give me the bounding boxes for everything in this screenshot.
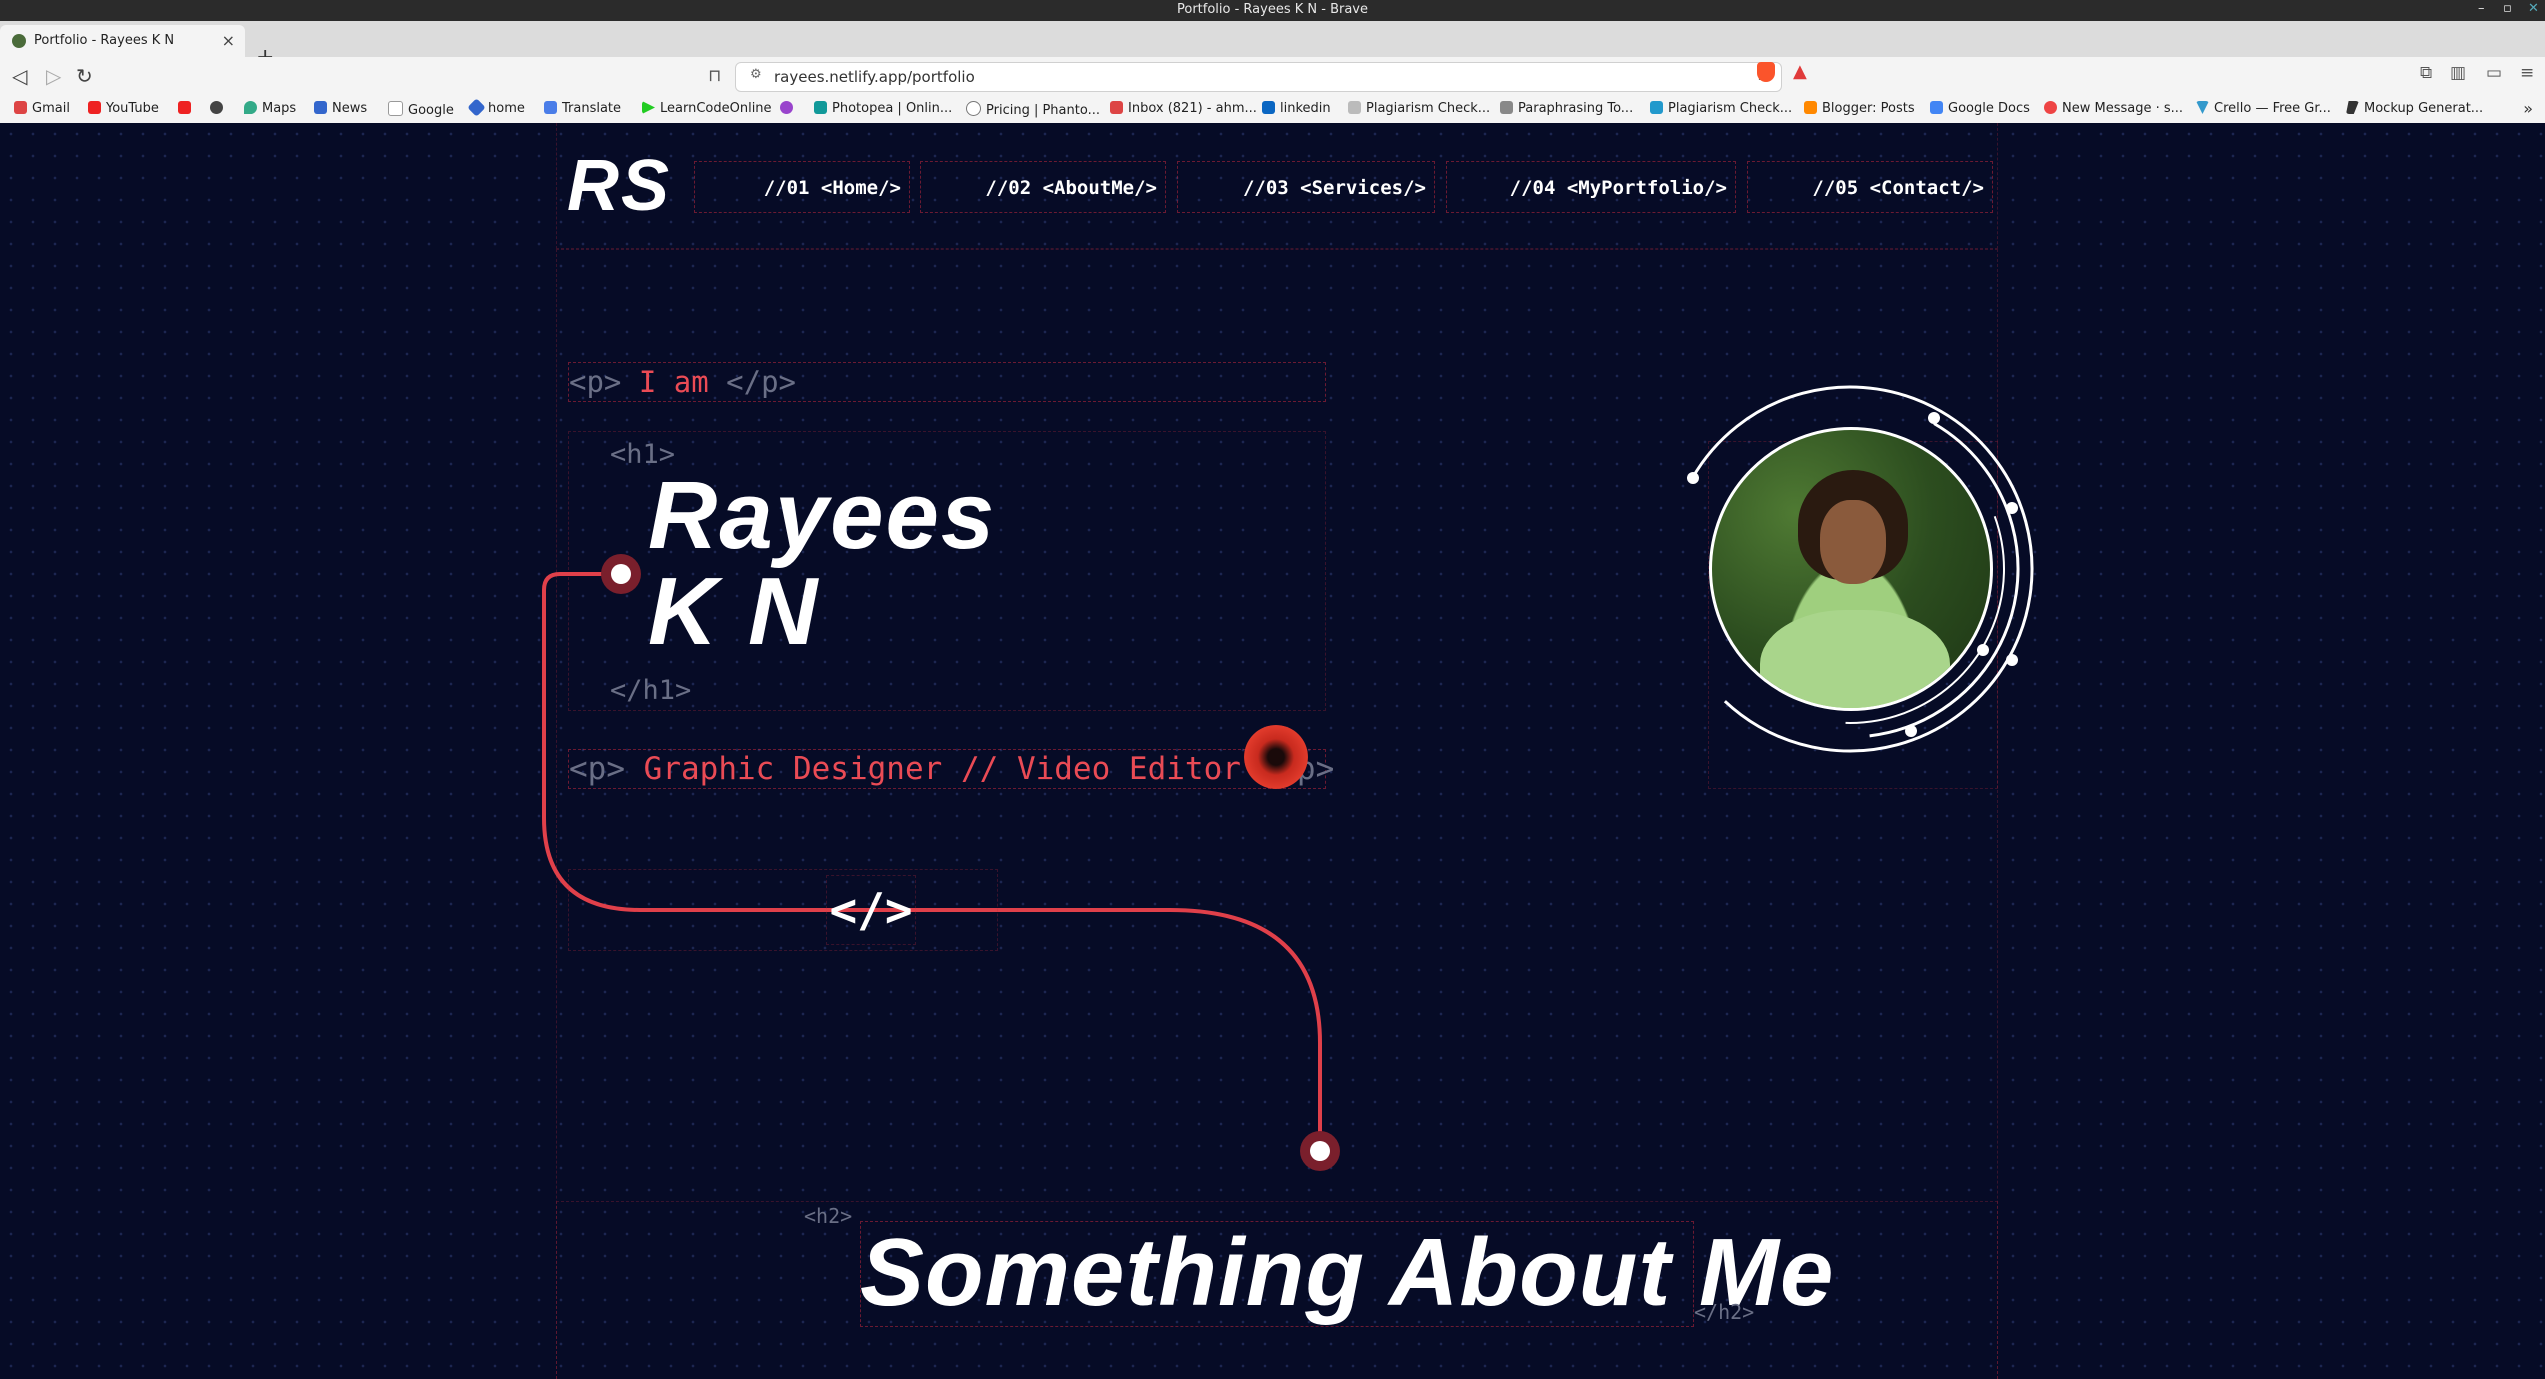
bookmark-icon[interactable]: ⊓	[708, 66, 721, 86]
bookmark-news[interactable]: News	[314, 101, 367, 116]
bookmark-blogger[interactable]: Blogger: Posts	[1804, 101, 1915, 116]
address-bar[interactable]: ⚙ rayees.netlify.app/portfolio ⇪	[735, 62, 1782, 92]
photo-face	[1820, 500, 1886, 584]
profile-photo	[1709, 427, 1993, 711]
minimize-icon[interactable]: –	[2478, 1, 2485, 16]
end-node-inner	[1310, 1141, 1330, 1161]
tab-portfolio[interactable]: Portfolio - Rayees K N ×	[0, 25, 245, 57]
bookmark-inbox[interactable]: Inbox (821) - ahm...	[1110, 101, 1257, 116]
bookmark-paraphrasing[interactable]: Paraphrasing To...	[1500, 101, 1633, 116]
url-text: rayees.netlify.app/portfolio	[774, 68, 975, 86]
bookmark-youtube[interactable]: YouTube	[88, 101, 159, 116]
bookmark-google-docs[interactable]: Google Docs	[1930, 101, 2030, 116]
back-icon[interactable]: ◁	[12, 64, 27, 88]
bookmark-home[interactable]: home	[467, 98, 525, 117]
site-info-icon[interactable]: ⚙	[750, 67, 762, 82]
bookmark-purple-icon[interactable]	[780, 101, 798, 116]
bookmark-new-message[interactable]: New Message · s...	[2044, 101, 2183, 116]
about-heading: Something About Me	[860, 1219, 1835, 1326]
window-titlebar: Portfolio - Rayees K N - Brave – ▫ ✕	[0, 0, 2545, 21]
bookmark-globe-icon[interactable]	[210, 101, 228, 116]
bookmarks-bar: Gmail YouTube Maps News Google home Tran…	[0, 97, 2545, 124]
tab-title: Portfolio - Rayees K N	[34, 33, 175, 48]
reload-icon[interactable]: ↻	[76, 64, 93, 88]
bookmark-mockup[interactable]: Mockup Generat...	[2346, 101, 2483, 116]
bookmark-pricing[interactable]: Pricing | Phanto...	[966, 101, 1100, 118]
bookmark-gmail[interactable]: Gmail	[14, 101, 70, 116]
navigation-bar: ◁ ▷ ↻ ⊓ ⚙ rayees.netlify.app/portfolio ⇪…	[0, 57, 2545, 97]
bookmark-translate[interactable]: Translate	[544, 101, 621, 116]
brave-shields-icon[interactable]	[1757, 62, 1775, 82]
bookmarks-overflow-icon[interactable]: »	[2523, 99, 2533, 118]
photo-shirt	[1760, 610, 1950, 708]
h2-close-tag: </h2>	[1694, 1300, 1755, 1324]
code-brackets-icon: </>	[826, 875, 916, 945]
bookmark-plagiarism-2[interactable]: Plagiarism Check...	[1650, 101, 1792, 116]
brave-rewards-icon[interactable]: ▲	[1793, 61, 1807, 82]
sidebar-icon[interactable]: ▥	[2450, 63, 2466, 83]
site-favicon-icon	[12, 34, 26, 48]
bookmark-photopea[interactable]: Photopea | Onlin...	[814, 101, 952, 116]
bookmark-crello[interactable]: Crello — Free Gr...	[2196, 101, 2331, 116]
bookmark-linkedin[interactable]: linkedin	[1262, 101, 1331, 116]
bookmark-maps[interactable]: Maps	[244, 101, 296, 116]
bookmark-plagiarism-1[interactable]: Plagiarism Check...	[1348, 101, 1490, 116]
bookmark-youtube-icon[interactable]	[178, 101, 196, 116]
forward-icon[interactable]: ▷	[46, 64, 61, 88]
tab-bar: Portfolio - Rayees K N × + ⌄	[0, 21, 2545, 70]
connector-line	[542, 554, 1340, 1171]
menu-icon[interactable]: ≡	[2520, 63, 2534, 83]
extensions-icon[interactable]: ⧉	[2420, 63, 2432, 83]
close-tab-icon[interactable]: ×	[222, 31, 235, 50]
bookmark-learncodeonline[interactable]: LearnCodeOnline	[642, 101, 772, 116]
bookmark-google[interactable]: Google	[388, 101, 454, 118]
portfolio-page: RS //01 <Home/> //02 <AboutMe/> //03 <Se…	[0, 123, 2545, 1379]
wallet-icon[interactable]: ▭	[2486, 63, 2502, 83]
h2-open-tag: <h2>	[804, 1204, 853, 1228]
window-title: Portfolio - Rayees K N - Brave	[1176, 2, 1368, 17]
start-node-inner	[611, 564, 631, 584]
code-row-frame	[568, 869, 998, 951]
maximize-icon[interactable]: ▫	[2503, 1, 2512, 16]
close-window-icon[interactable]: ✕	[2528, 1, 2539, 16]
